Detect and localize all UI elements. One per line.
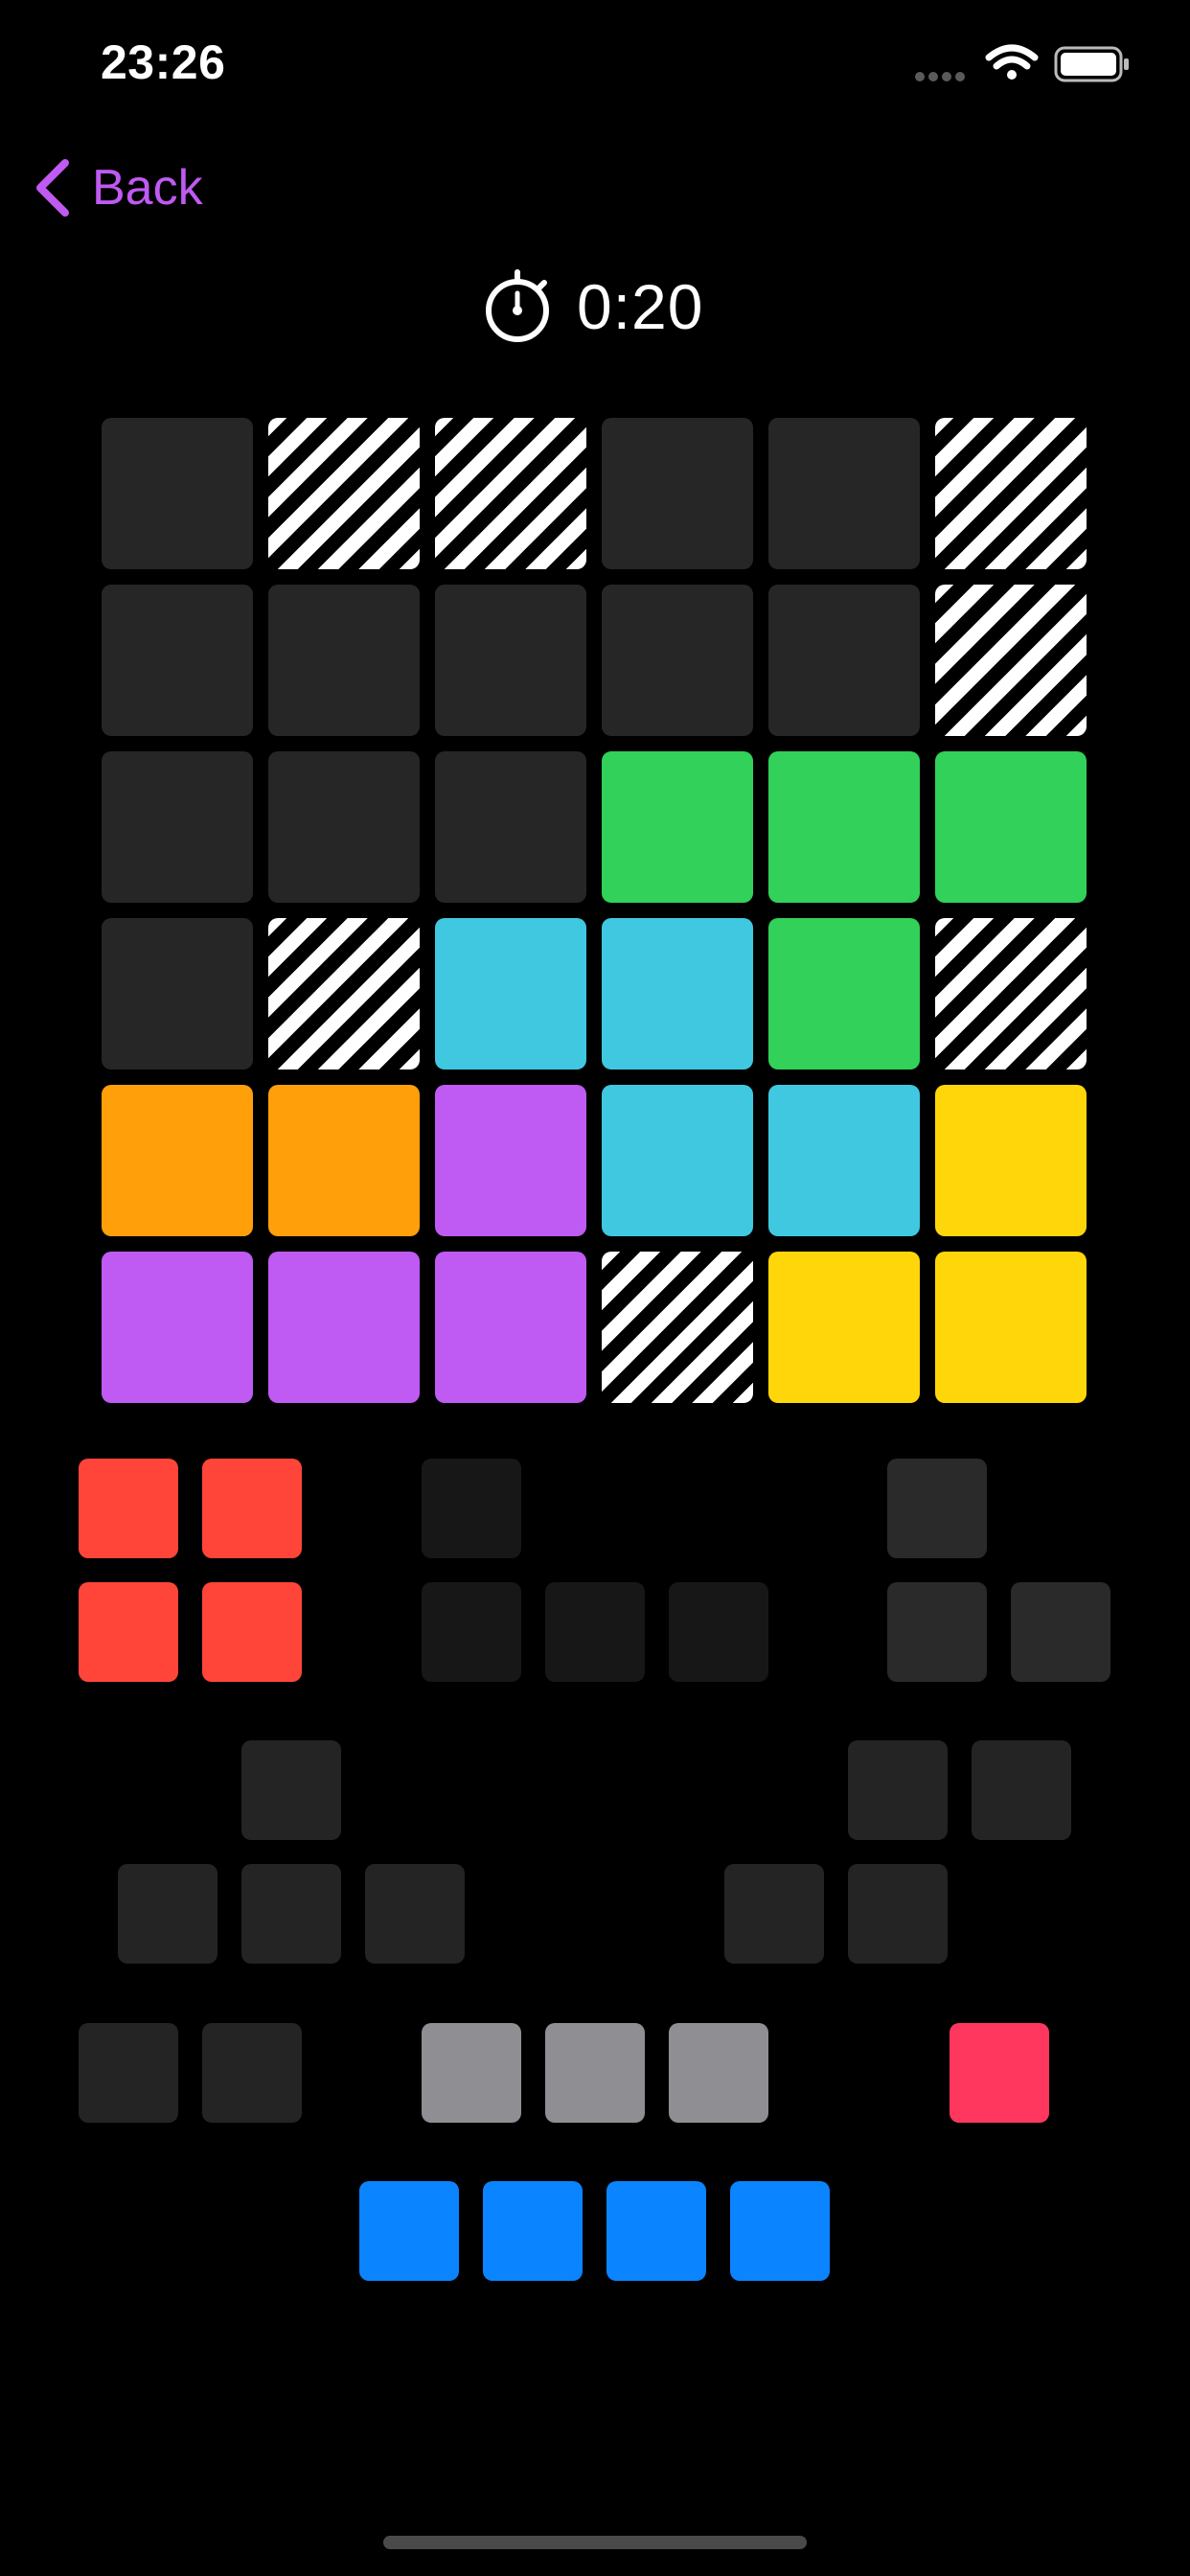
timer-value: 0:20 [577, 271, 704, 342]
piece-block [1011, 1582, 1110, 1682]
board-cell-empty[interactable] [435, 751, 586, 903]
board-cell-empty[interactable] [768, 418, 920, 569]
board-cell-empty[interactable] [102, 585, 253, 736]
board-cell-empty[interactable] [102, 918, 253, 1070]
status-icons [910, 42, 1140, 84]
board-cell-purple[interactable] [435, 1252, 586, 1403]
board-cell-cyan[interactable] [768, 1085, 920, 1236]
board-cell-empty[interactable] [435, 585, 586, 736]
board-cell-blocked[interactable] [935, 918, 1087, 1070]
board-cell-empty[interactable] [602, 418, 753, 569]
board-cell-purple[interactable] [435, 1085, 586, 1236]
piece-block [422, 2023, 521, 2123]
board-cell-yellow[interactable] [768, 1252, 920, 1403]
piece-block [79, 1582, 178, 1682]
stopwatch-icon [486, 269, 549, 342]
board-cell-orange[interactable] [268, 1085, 420, 1236]
board-cell-cyan[interactable] [602, 918, 753, 1070]
status-time: 23:26 [101, 35, 226, 89]
board-cell-green[interactable] [768, 751, 920, 903]
board-cell-cyan[interactable] [602, 1085, 753, 1236]
piece-block [241, 1740, 341, 1840]
board-cell-yellow[interactable] [935, 1252, 1087, 1403]
board-cell-empty[interactable] [268, 585, 420, 736]
board-cell-blocked[interactable] [602, 1252, 753, 1403]
board-cell-green[interactable] [602, 751, 753, 903]
piece-block [887, 1459, 987, 1558]
board-cell-purple[interactable] [102, 1252, 253, 1403]
piece-block [545, 2023, 645, 2123]
piece-block [241, 1864, 341, 1964]
board-cell-blocked[interactable] [935, 585, 1087, 736]
piece-block [848, 1740, 948, 1840]
piece-block [365, 1864, 465, 1964]
piece-block [724, 1864, 824, 1964]
piece-block [606, 2181, 706, 2281]
board-cell-empty[interactable] [268, 751, 420, 903]
board-cell-empty[interactable] [102, 751, 253, 903]
board-cell-purple[interactable] [268, 1252, 420, 1403]
piece-block [483, 2181, 583, 2281]
game-board [102, 418, 1088, 1405]
piece-block [669, 1582, 768, 1682]
board-cell-blocked[interactable] [935, 418, 1087, 569]
piece-block [118, 1864, 217, 1964]
piece-block [669, 2023, 768, 2123]
wifi-icon [985, 44, 1039, 80]
piece-block [422, 1582, 521, 1682]
back-button[interactable]: Back [33, 153, 203, 222]
board-cell-blocked[interactable] [435, 418, 586, 569]
piece-block [202, 1582, 302, 1682]
board-cell-empty[interactable] [102, 418, 253, 569]
piece-block [848, 1864, 948, 1964]
timer: 0:20 [479, 268, 703, 345]
piece-block [359, 2181, 459, 2281]
board-cell-cyan[interactable] [435, 918, 586, 1070]
piece-block [972, 1740, 1071, 1840]
piece-block [202, 2023, 302, 2123]
board-cell-blocked[interactable] [268, 918, 420, 1070]
board-cell-empty[interactable] [602, 585, 753, 736]
chevron-left-icon [36, 159, 69, 217]
piece-block [950, 2023, 1049, 2123]
board-cell-empty[interactable] [768, 585, 920, 736]
piece-block [422, 1459, 521, 1558]
piece-block [79, 1459, 178, 1558]
piece-block [202, 1459, 302, 1558]
board-cell-orange[interactable] [102, 1085, 253, 1236]
home-indicator [383, 2536, 807, 2549]
board-cell-green[interactable] [768, 918, 920, 1070]
signal-dots-icon [915, 72, 965, 81]
battery-icon [1054, 46, 1129, 82]
piece-block [887, 1582, 987, 1682]
piece-block [730, 2181, 830, 2281]
board-cell-yellow[interactable] [935, 1085, 1087, 1236]
piece-block [545, 1582, 645, 1682]
board-cell-green[interactable] [935, 751, 1087, 903]
piece-block [79, 2023, 178, 2123]
board-cell-blocked[interactable] [268, 418, 420, 569]
back-label: Back [92, 160, 203, 216]
